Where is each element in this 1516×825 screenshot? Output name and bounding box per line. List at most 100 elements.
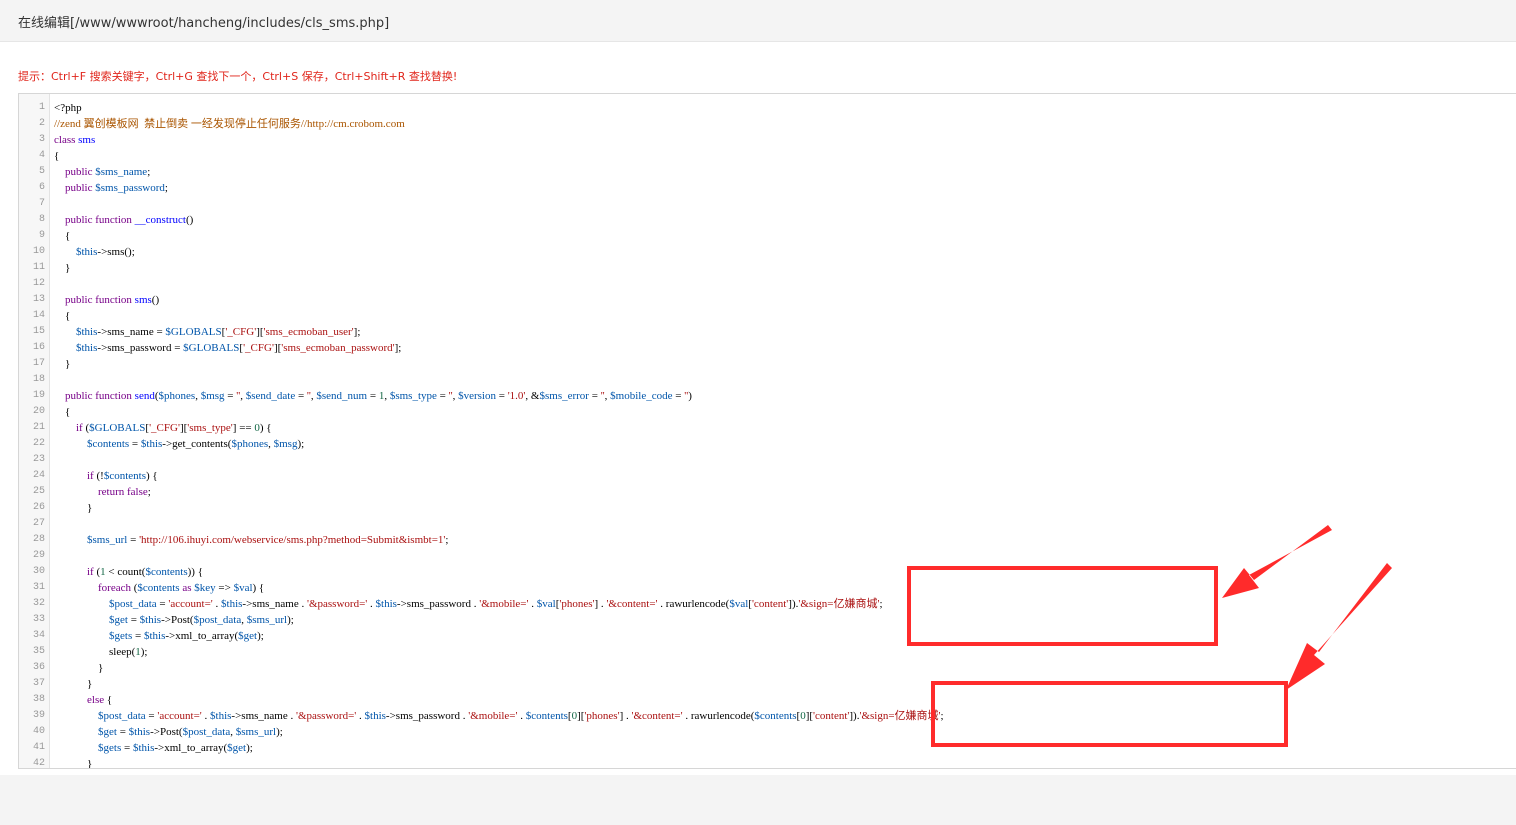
- code-line[interactable]: 16 $this->sms_password = $GLOBALS['_CFG'…: [19, 340, 1516, 356]
- code-text[interactable]: public $sms_password;: [54, 180, 168, 196]
- code-text[interactable]: if (!$contents) {: [54, 468, 158, 484]
- code-text[interactable]: sleep(1);: [54, 644, 148, 660]
- code-line[interactable]: 22 $contents = $this->get_contents($phon…: [19, 436, 1516, 452]
- main-content: 提示：Ctrl+F 搜索关键字，Ctrl+G 查找下一个，Ctrl+S 保存，C…: [0, 42, 1516, 775]
- code-line[interactable]: 41 $gets = $this->xml_to_array($get);: [19, 740, 1516, 756]
- highlight-box-line-39: [931, 681, 1288, 747]
- code-line[interactable]: 32 $post_data = 'account=' . $this->sms_…: [19, 596, 1516, 612]
- code-text[interactable]: if (1 < count($contents)) {: [54, 564, 203, 580]
- code-text[interactable]: $contents = $this->get_contents($phones,…: [54, 436, 304, 452]
- code-line[interactable]: 18: [19, 372, 1516, 388]
- code-line[interactable]: 36 }: [19, 660, 1516, 676]
- code-text[interactable]: public function sms(): [54, 292, 159, 308]
- code-line[interactable]: 17 }: [19, 356, 1516, 372]
- code-line[interactable]: 9 {: [19, 228, 1516, 244]
- code-text[interactable]: public function __construct(): [54, 212, 193, 228]
- line-number: 14: [32, 310, 45, 321]
- code-line[interactable]: 21 if ($GLOBALS['_CFG']['sms_type'] == 0…: [19, 420, 1516, 436]
- code-text[interactable]: if ($GLOBALS['_CFG']['sms_type'] == 0) {: [54, 420, 272, 436]
- code-text[interactable]: }: [54, 660, 103, 676]
- code-text[interactable]: class sms: [54, 132, 95, 148]
- code-text[interactable]: }: [54, 356, 70, 372]
- code-text[interactable]: $this->sms_password = $GLOBALS['_CFG']['…: [54, 340, 401, 356]
- code-line[interactable]: 27: [19, 516, 1516, 532]
- code-text[interactable]: $get = $this->Post($post_data, $sms_url)…: [54, 612, 294, 628]
- code-text[interactable]: $post_data = 'account=' . $this->sms_nam…: [54, 596, 883, 612]
- code-text[interactable]: $gets = $this->xml_to_array($get);: [54, 740, 253, 756]
- line-number: 13: [32, 294, 45, 305]
- code-text[interactable]: {: [54, 404, 70, 420]
- code-line[interactable]: 35 sleep(1);: [19, 644, 1516, 660]
- line-number: 15: [32, 326, 45, 337]
- code-line[interactable]: 24 if (!$contents) {: [19, 468, 1516, 484]
- line-number: 20: [32, 406, 45, 417]
- code-text[interactable]: {: [54, 308, 70, 324]
- line-number: 42: [32, 758, 45, 769]
- code-line[interactable]: 39 $post_data = 'account=' . $this->sms_…: [19, 708, 1516, 724]
- code-line[interactable]: 42 }: [19, 756, 1516, 769]
- code-text[interactable]: foreach ($contents as $key => $val) {: [54, 580, 264, 596]
- code-line[interactable]: 37 }: [19, 676, 1516, 692]
- code-text[interactable]: $gets = $this->xml_to_array($get);: [54, 628, 264, 644]
- code-text[interactable]: $get = $this->Post($post_data, $sms_url)…: [54, 724, 283, 740]
- line-number: 32: [32, 598, 45, 609]
- code-text[interactable]: //zend 翼创模板网 禁止倒卖 一经发现停止任何服务//http://cm.…: [54, 116, 405, 132]
- code-text[interactable]: public $sms_name;: [54, 164, 150, 180]
- code-line[interactable]: 30 if (1 < count($contents)) {: [19, 564, 1516, 580]
- code-line[interactable]: 12: [19, 276, 1516, 292]
- code-line[interactable]: 4{: [19, 148, 1516, 164]
- code-text[interactable]: <?php: [54, 100, 82, 116]
- code-line[interactable]: 40 $get = $this->Post($post_data, $sms_u…: [19, 724, 1516, 740]
- code-line[interactable]: 3 class sms: [19, 132, 1516, 148]
- line-number: 3: [38, 134, 45, 145]
- line-number: 6: [38, 182, 45, 193]
- code-text[interactable]: }: [54, 500, 92, 516]
- code-line[interactable]: 13 public function sms(): [19, 292, 1516, 308]
- code-line[interactable]: 6 public $sms_password;: [19, 180, 1516, 196]
- line-number: 19: [32, 390, 45, 401]
- line-number: 41: [32, 742, 45, 753]
- code-line[interactable]: 11 }: [19, 260, 1516, 276]
- code-text[interactable]: $sms_url = 'http://106.ihuyi.com/webserv…: [54, 532, 448, 548]
- title-bar: 在线编辑[/www/wwwroot/hancheng/includes/cls_…: [0, 0, 1516, 42]
- page-title: 在线编辑[/www/wwwroot/hancheng/includes/cls_…: [18, 16, 390, 31]
- code-line[interactable]: 5 public $sms_name;: [19, 164, 1516, 180]
- code-text[interactable]: {: [54, 228, 70, 244]
- code-text[interactable]: else {: [54, 692, 112, 708]
- code-line[interactable]: 25 return false;: [19, 484, 1516, 500]
- code-line[interactable]: 26 }: [19, 500, 1516, 516]
- code-line[interactable]: 19 public function send($phones, $msg = …: [19, 388, 1516, 404]
- code-text[interactable]: }: [54, 260, 70, 276]
- code-line[interactable]: 33 $get = $this->Post($post_data, $sms_u…: [19, 612, 1516, 628]
- line-number: 24: [32, 470, 45, 481]
- code-text[interactable]: $this->sms();: [54, 244, 135, 260]
- code-editor[interactable]: 1 <?php 2 //zend 翼创模板网 禁止倒卖 一经发现停止任何服务//htt…: [18, 93, 1516, 769]
- code-line[interactable]: 1 <?php: [19, 100, 1516, 116]
- code-text[interactable]: $this->sms_name = $GLOBALS['_CFG']['sms_…: [54, 324, 360, 340]
- code-text[interactable]: {: [54, 148, 59, 164]
- code-line[interactable]: 14 {: [19, 308, 1516, 324]
- code-text[interactable]: }: [54, 756, 92, 768]
- code-line[interactable]: 2 //zend 翼创模板网 禁止倒卖 一经发现停止任何服务//http://cm…: [19, 116, 1516, 132]
- line-number: 4: [38, 150, 45, 161]
- code-line[interactable]: 8 public function __construct(): [19, 212, 1516, 228]
- code-line[interactable]: 34 $gets = $this->xml_to_array($get);: [19, 628, 1516, 644]
- line-number: 37: [32, 678, 45, 689]
- code-line[interactable]: 29: [19, 548, 1516, 564]
- code-line[interactable]: 28 $sms_url = 'http://106.ihuyi.com/webs…: [19, 532, 1516, 548]
- highlight-box-line-32: [907, 566, 1218, 646]
- code-text[interactable]: return false;: [54, 484, 151, 500]
- code-line[interactable]: 10 $this->sms();: [19, 244, 1516, 260]
- code-line[interactable]: 38 else {: [19, 692, 1516, 708]
- code-text[interactable]: }: [54, 676, 92, 692]
- code-line[interactable]: 20 {: [19, 404, 1516, 420]
- code-text[interactable]: public function send($phones, $msg = '',…: [54, 388, 692, 404]
- code-line[interactable]: 7: [19, 196, 1516, 212]
- code-line[interactable]: 31 foreach ($contents as $key => $val) {: [19, 580, 1516, 596]
- line-number: 34: [32, 630, 45, 641]
- code-text[interactable]: $post_data = 'account=' . $this->sms_nam…: [54, 708, 944, 724]
- line-number: 36: [32, 662, 45, 673]
- line-number: 9: [38, 230, 45, 241]
- code-line[interactable]: 15 $this->sms_name = $GLOBALS['_CFG']['s…: [19, 324, 1516, 340]
- code-line[interactable]: 23: [19, 452, 1516, 468]
